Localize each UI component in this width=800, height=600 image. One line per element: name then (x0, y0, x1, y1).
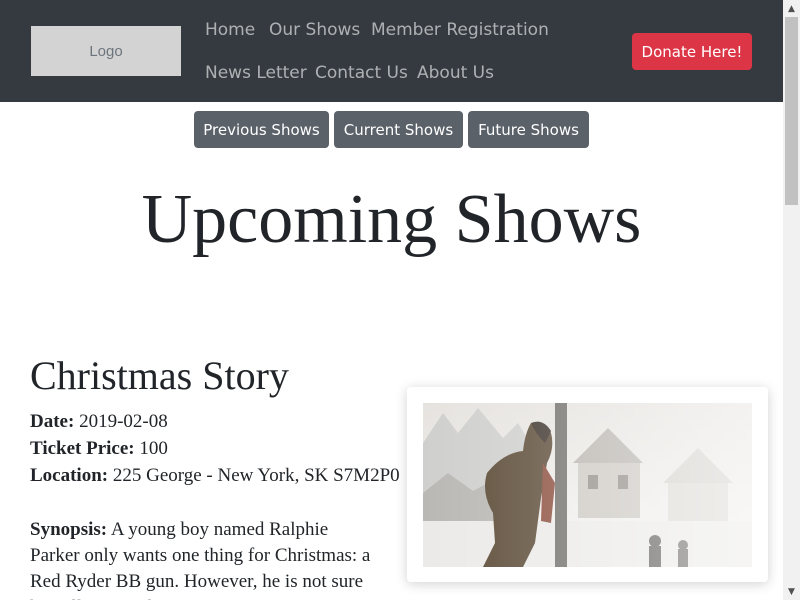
scrollbar-thumb[interactable] (785, 17, 798, 205)
date-value: 2019-02-08 (79, 411, 168, 432)
nav-our-shows[interactable]: Our Shows (269, 20, 360, 40)
page-title: Upcoming Shows (141, 181, 642, 258)
scroll-down-arrow-icon[interactable]: ▼ (783, 583, 800, 600)
current-shows-button[interactable]: Current Shows (334, 111, 463, 148)
donate-button[interactable]: Donate Here! (632, 33, 752, 70)
location-label: Location: (30, 465, 109, 486)
nav-about-us[interactable]: About Us (417, 63, 494, 83)
navbar: Logo Home Our Shows Member Registration … (0, 0, 783, 102)
scroll-up-arrow-icon[interactable]: ▲ (783, 0, 800, 17)
price-value: 100 (139, 438, 168, 459)
nav-member-registration[interactable]: Member Registration (371, 20, 549, 40)
previous-shows-button[interactable]: Previous Shows (194, 111, 329, 148)
page: Logo Home Our Shows Member Registration … (0, 0, 783, 600)
show-image (423, 403, 752, 567)
show-title: Christmas Story (30, 353, 289, 398)
nav-news-letter[interactable]: News Letter (205, 63, 307, 83)
show-price: Ticket Price: 100 (30, 435, 168, 462)
future-shows-button[interactable]: Future Shows (468, 111, 589, 148)
scrollbar[interactable]: ▲ ▼ (783, 0, 800, 600)
price-label: Ticket Price: (30, 438, 135, 459)
show-location: Location: 225 George - New York, SK S7M2… (30, 462, 400, 489)
location-value: 225 George - New York, SK S7M2P0 (112, 465, 400, 486)
nav-home[interactable]: Home (205, 20, 255, 40)
logo[interactable]: Logo (31, 26, 181, 76)
show-date: Date: 2019-02-08 (30, 408, 168, 435)
date-label: Date: (30, 411, 75, 432)
nav-contact-us[interactable]: Contact Us (315, 63, 408, 83)
show-synopsis: Synopsis: A young boy named Ralphie Park… (30, 517, 375, 600)
synopsis-label: Synopsis: (30, 519, 108, 540)
show-image-card (407, 387, 768, 582)
